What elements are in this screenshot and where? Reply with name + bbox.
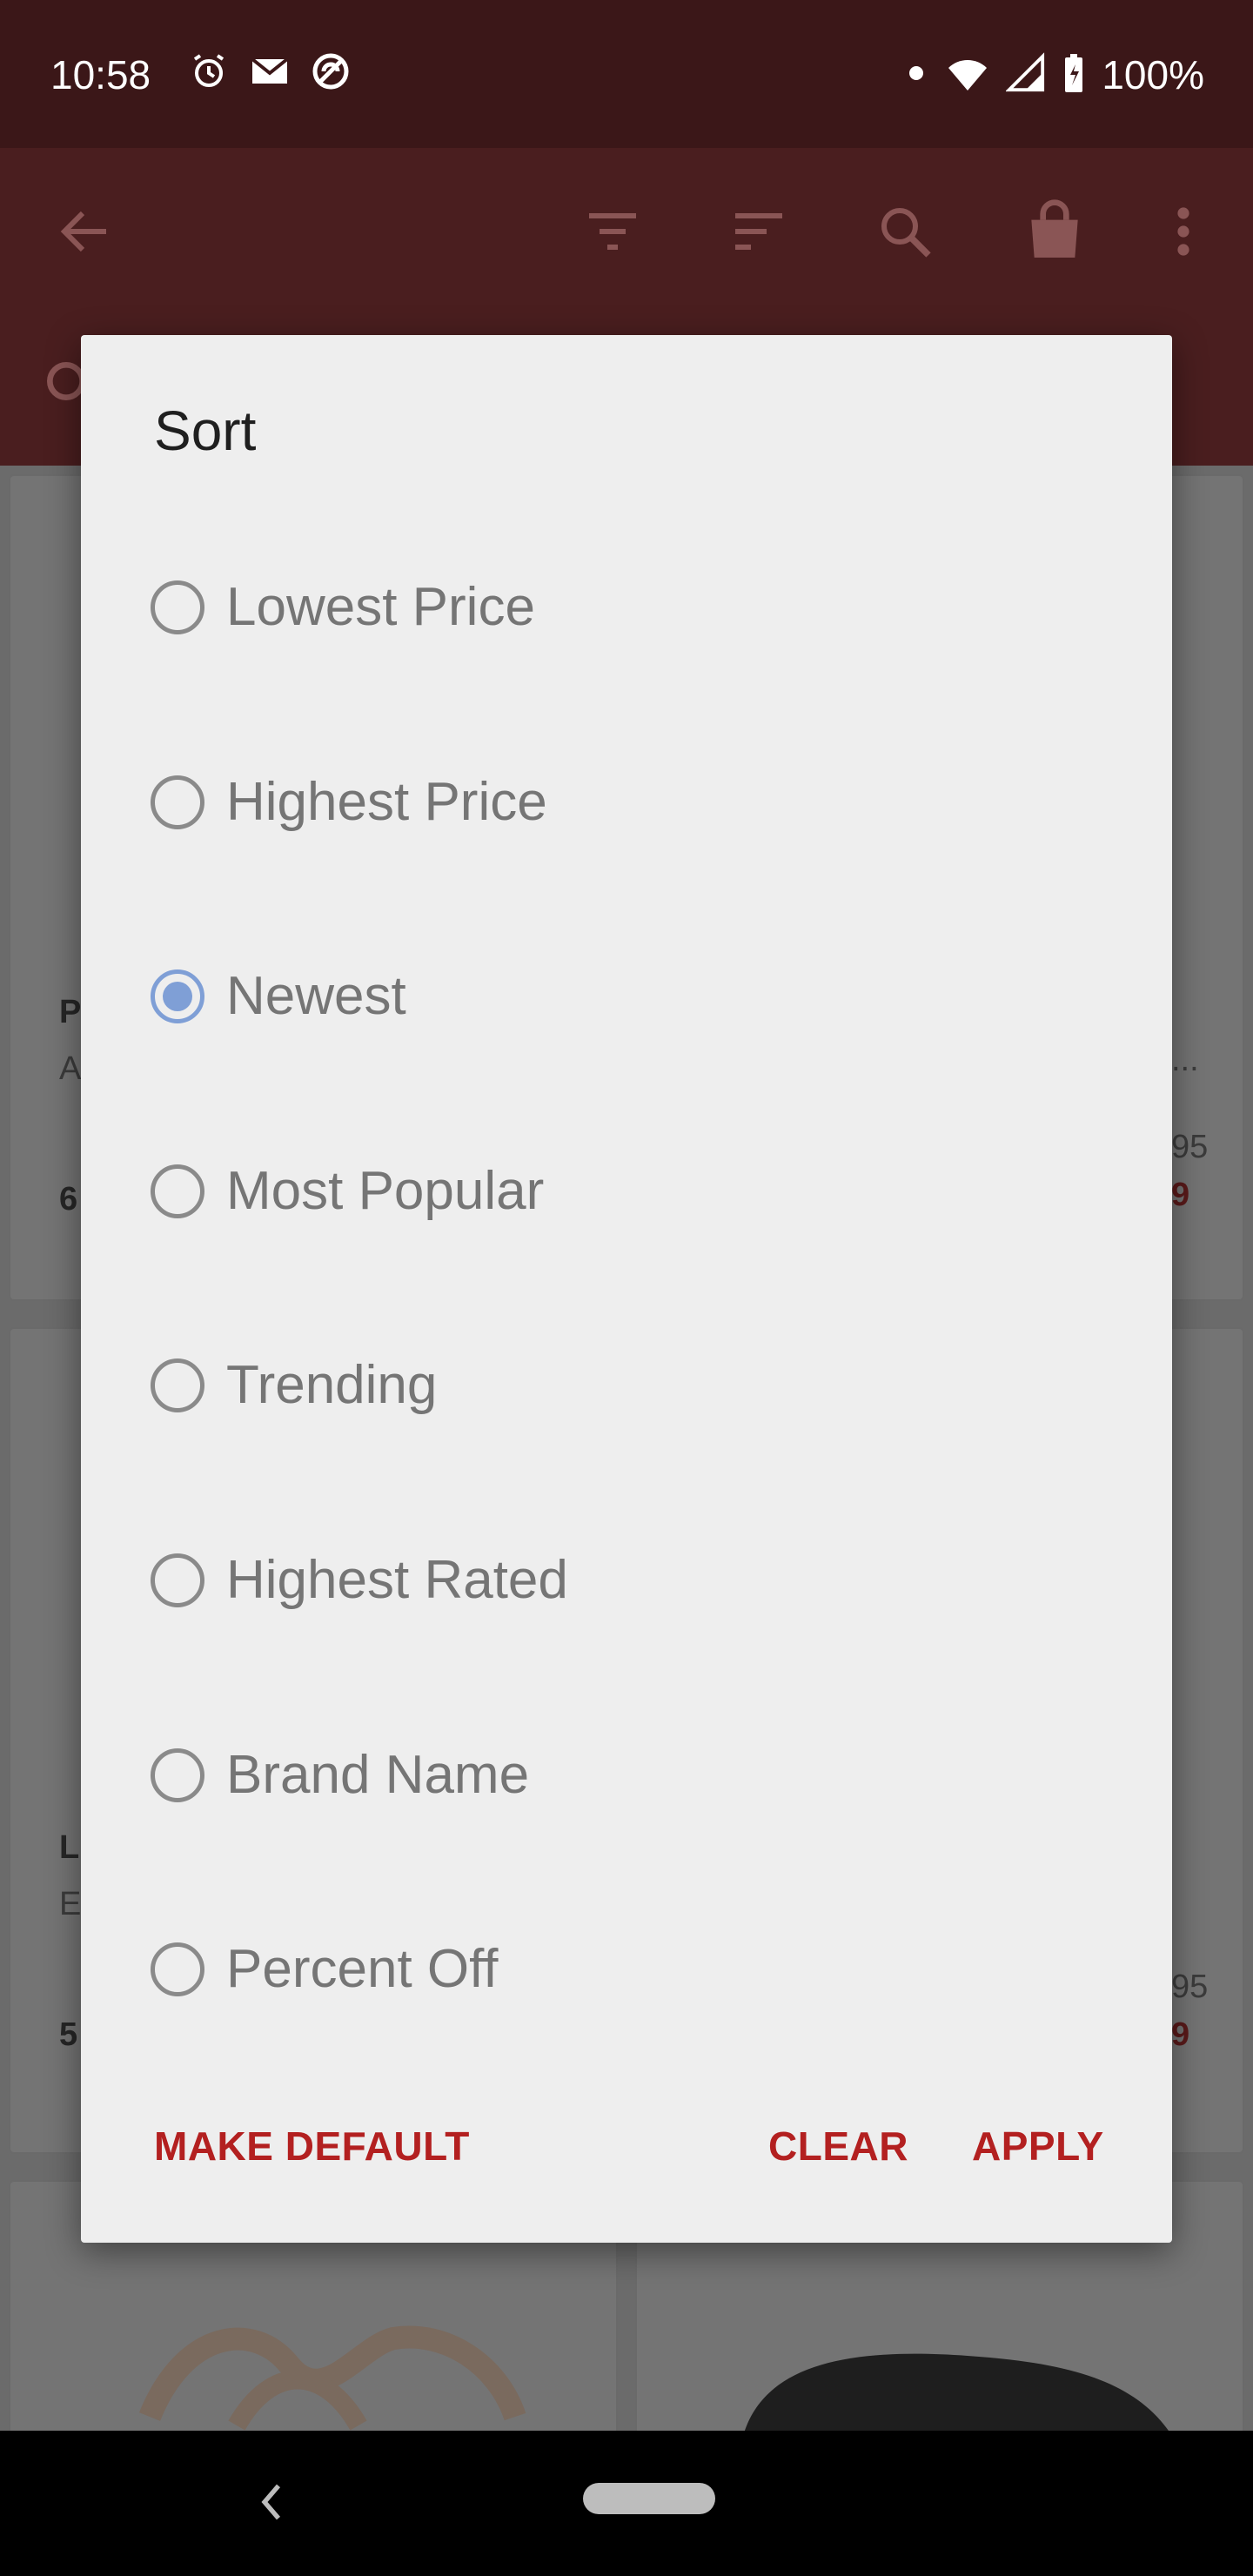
filter-icon[interactable] (581, 200, 644, 263)
option-label: Lowest Price (226, 577, 535, 637)
sort-option-highest-rated[interactable]: Highest Rated (151, 1502, 1108, 1659)
sort-option-trending[interactable]: Trending (151, 1307, 1108, 1464)
clear-button[interactable]: CLEAR (768, 2123, 908, 2170)
more-vert-icon[interactable] (1157, 200, 1209, 263)
sort-option-lowest-price[interactable]: Lowest Price (151, 529, 1108, 686)
gmail-icon (249, 50, 291, 97)
sort-option-most-popular[interactable]: Most Popular (151, 1113, 1108, 1270)
product-subtitle: E (59, 1886, 82, 1922)
product-old-price: 95 (1171, 1129, 1209, 1165)
back-arrow-icon[interactable] (54, 200, 117, 263)
signal-icon (1005, 51, 1046, 98)
sort-option-highest-price[interactable]: Highest Price (151, 724, 1108, 881)
wifi-icon (945, 52, 990, 98)
radio-button[interactable] (151, 1164, 204, 1218)
navigation-bar (0, 2431, 1253, 2576)
option-label: Percent Off (226, 1939, 499, 1999)
radio-button[interactable] (151, 1553, 204, 1607)
shopping-bag-icon[interactable] (1020, 197, 1089, 266)
sync-icon (310, 50, 352, 97)
option-label: Trending (226, 1355, 438, 1415)
dialog-actions: MAKE DEFAULT CLEAR APPLY (81, 2077, 1172, 2243)
notification-dot-icon (903, 52, 929, 98)
product-subtitle: A (59, 1050, 82, 1087)
option-label: Highest Rated (226, 1550, 568, 1610)
sort-dialog: Sort Lowest Price Highest Price Newest M… (81, 335, 1172, 2243)
product-title: P (59, 994, 82, 1030)
product-price: 5 (59, 2016, 78, 2053)
sort-option-brand-name[interactable]: Brand Name (151, 1697, 1108, 1854)
nav-back-icon[interactable] (254, 2474, 289, 2534)
product-title: L (59, 1829, 80, 1866)
radio-button-selected[interactable] (151, 969, 204, 1023)
option-label: Highest Price (226, 772, 547, 832)
product-price: 6 (59, 1181, 78, 1218)
alarm-icon (188, 50, 230, 97)
sandal-image (132, 2312, 533, 2438)
option-label: Most Popular (226, 1161, 545, 1221)
apply-button[interactable]: APPLY (972, 2123, 1104, 2170)
battery-percent: 100% (1102, 52, 1204, 97)
dialog-title: Sort (154, 399, 257, 462)
product-subtitle: ... (1171, 1042, 1199, 1078)
radio-button[interactable] (151, 1358, 204, 1412)
sort-option-newest[interactable]: Newest (151, 918, 1108, 1075)
radio-button[interactable] (151, 1748, 204, 1802)
battery-charging-icon (1062, 52, 1086, 98)
sort-option-percent-off[interactable]: Percent Off (151, 1891, 1108, 2048)
product-price: 9 (1171, 1177, 1190, 1213)
status-bar: 10:58 100% (0, 0, 1253, 148)
status-time: 10:58 (50, 52, 151, 97)
sort-icon[interactable] (727, 200, 790, 263)
search-icon[interactable] (874, 200, 936, 263)
make-default-button[interactable]: MAKE DEFAULT (154, 2123, 470, 2170)
option-label: Newest (226, 966, 406, 1026)
nav-home-pill[interactable] (583, 2483, 715, 2514)
radio-button[interactable] (151, 580, 204, 634)
product-price: 9 (1171, 2016, 1190, 2053)
radio-button[interactable] (151, 1942, 204, 1996)
option-label: Brand Name (226, 1745, 530, 1805)
product-old-price: 95 (1171, 1969, 1209, 2005)
radio-button[interactable] (151, 775, 204, 829)
